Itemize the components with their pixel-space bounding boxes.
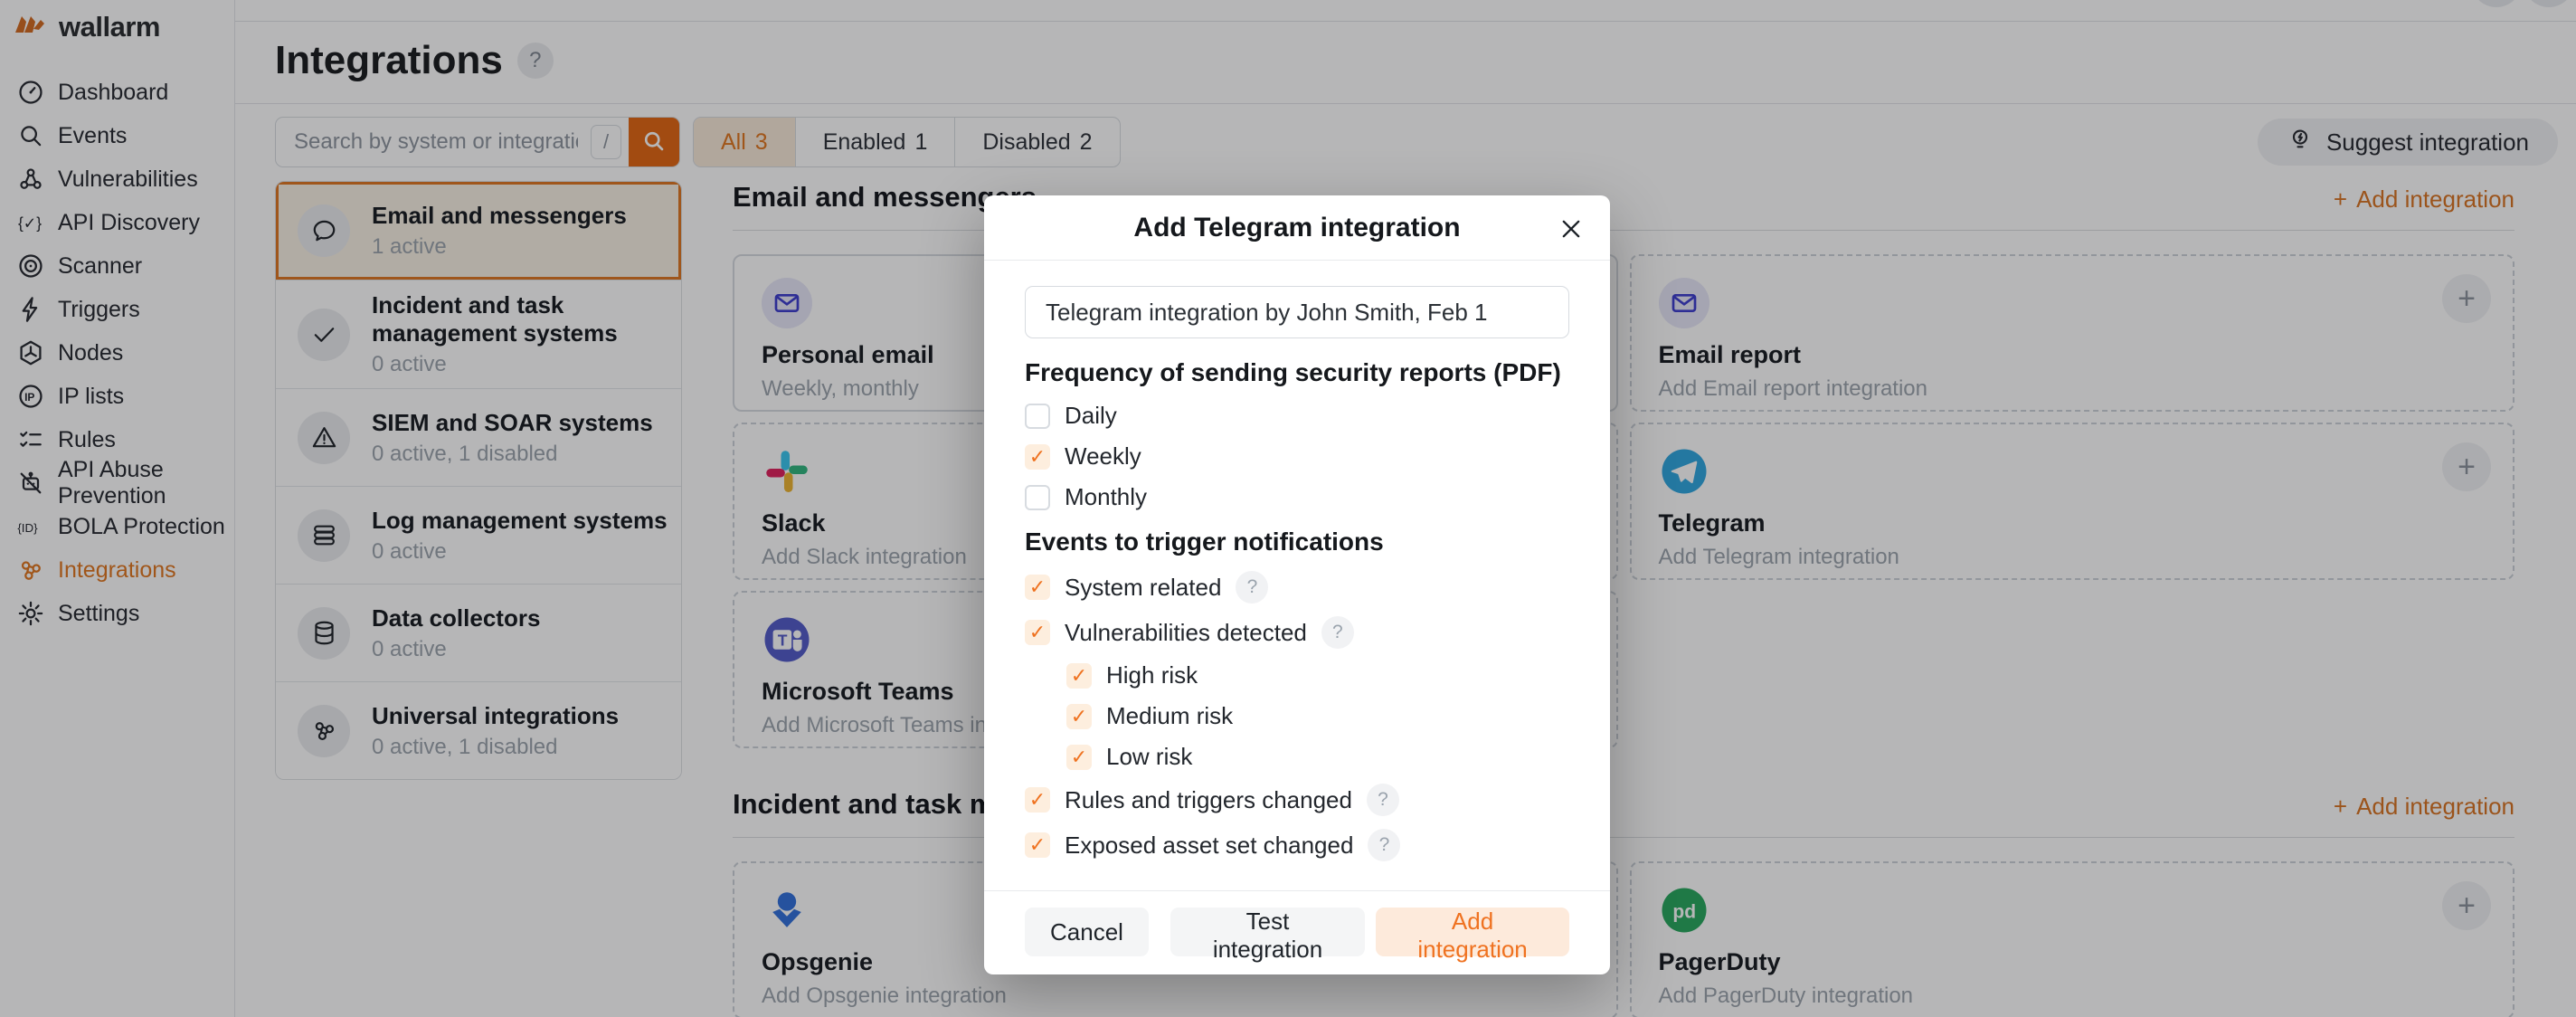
checkbox-box: ✓ [1025,620,1050,645]
modal-header: Add Telegram integration [984,195,1610,261]
help-icon[interactable]: ? [1236,571,1268,604]
frequency-heading: Frequency of sending security reports (P… [1025,358,1569,387]
close-icon[interactable] [1556,214,1586,244]
checkbox-label: System related [1065,574,1221,602]
cancel-button[interactable]: Cancel [1025,908,1149,956]
help-icon[interactable]: ? [1367,784,1399,816]
checkbox-box: ✓ [1066,745,1092,770]
checkbox-label: Vulnerabilities detected [1065,619,1307,647]
checkbox-medium-risk[interactable]: ✓ Medium risk [1066,702,1569,730]
checkbox-box: ✓ [1025,444,1050,470]
checkbox-label: High risk [1106,661,1198,689]
checkbox-box: ✓ [1025,832,1050,858]
checkbox-box: ✓ [1066,704,1092,729]
frequency-options: ✓ Daily ✓ Weekly ✓ Monthly [1025,402,1569,511]
checkbox-high-risk[interactable]: ✓ High risk [1066,661,1569,689]
checkbox-label: Low risk [1106,743,1192,771]
event-options: ✓ System related? ✓ Vulnerabilities detecte… [1025,571,1569,861]
checkbox-label: Weekly [1065,442,1141,470]
checkbox-monthly[interactable]: ✓ Monthly [1025,483,1569,511]
checkbox-exposed-asset-set-changed[interactable]: ✓ Exposed asset set changed? [1025,829,1569,861]
checkbox-low-risk[interactable]: ✓ Low risk [1066,743,1569,771]
events-heading: Events to trigger notifications [1025,528,1569,556]
checkbox-label: Medium risk [1106,702,1233,730]
modal-footer: Cancel Test integration Add integration [984,890,1610,974]
checkbox-system-related[interactable]: ✓ System related? [1025,571,1569,604]
checkbox-rules-and-triggers-changed[interactable]: ✓ Rules and triggers changed? [1025,784,1569,816]
checkbox-box: ✓ [1025,485,1050,510]
modal-body: Frequency of sending security reports (P… [984,261,1610,879]
checkbox-box: ✓ [1025,787,1050,813]
integration-name-input[interactable] [1025,286,1569,338]
modal-title: Add Telegram integration [1133,213,1460,243]
checkbox-box: ✓ [1025,575,1050,600]
checkbox-label: Daily [1065,402,1117,430]
checkbox-daily[interactable]: ✓ Daily [1025,402,1569,430]
checkbox-label: Exposed asset set changed [1065,832,1353,860]
checkbox-label: Rules and triggers changed [1065,786,1352,814]
checkbox-vulnerabilities-detected[interactable]: ✓ Vulnerabilities detected? [1025,616,1569,649]
add-integration-button[interactable]: Add integration [1376,908,1569,956]
add-telegram-modal: Add Telegram integration Frequency of se… [984,195,1610,974]
checkbox-weekly[interactable]: ✓ Weekly [1025,442,1569,470]
help-icon[interactable]: ? [1321,616,1354,649]
checkbox-box: ✓ [1025,404,1050,429]
app-root: wallarm DashboardEventsVulnerabilities{✓… [0,0,2576,1017]
checkbox-box: ✓ [1066,663,1092,689]
checkbox-label: Monthly [1065,483,1147,511]
help-icon[interactable]: ? [1368,829,1400,861]
test-integration-button[interactable]: Test integration [1170,908,1365,956]
